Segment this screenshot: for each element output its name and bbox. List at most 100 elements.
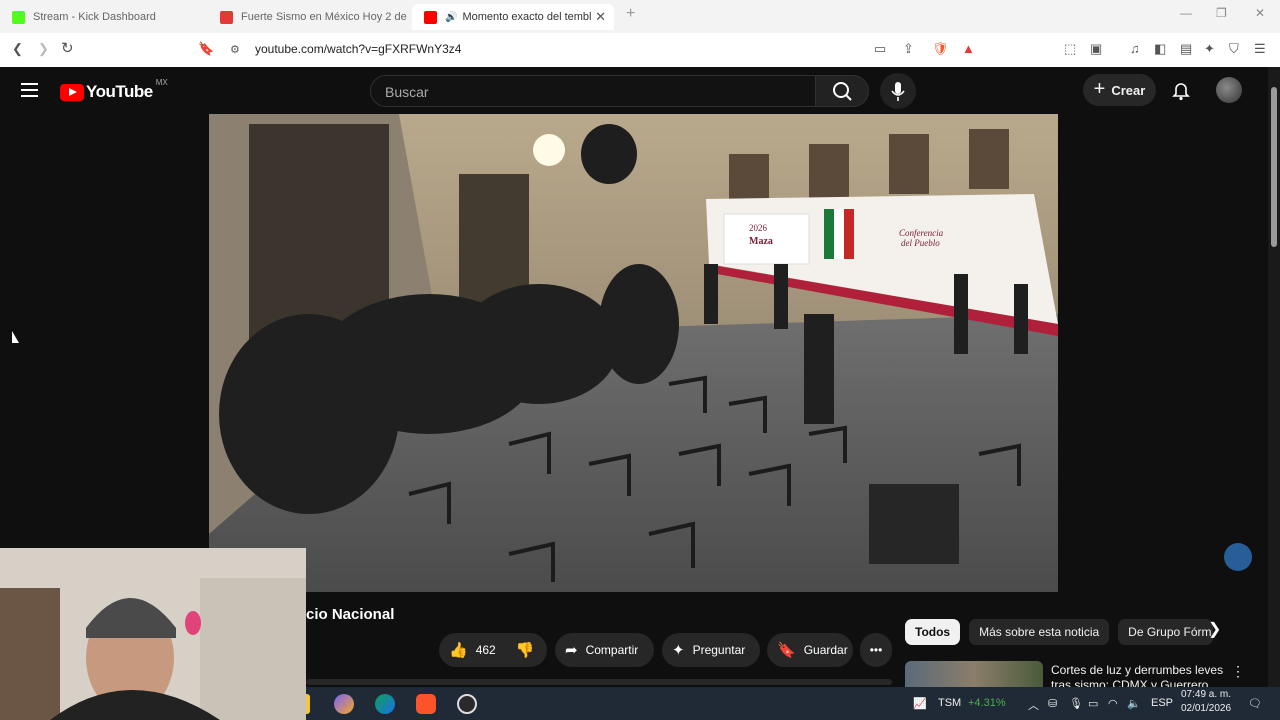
- save-label: Guardar: [803, 643, 848, 657]
- search-box: [370, 75, 816, 107]
- clock-date: 02/01/2026: [1180, 703, 1232, 714]
- stock-ticker[interactable]: TSM: [938, 697, 961, 709]
- vpn-icon[interactable]: ⛉: [1229, 41, 1239, 57]
- save-button[interactable]: 🔖 Guardar: [767, 633, 853, 667]
- recommendation-item[interactable]: Cortes de luz y derrumbes leves tras sis…: [905, 661, 1255, 687]
- close-window-icon[interactable]: ✕: [1255, 6, 1265, 20]
- recommendation-thumbnail[interactable]: [905, 661, 1043, 687]
- share-button[interactable]: ➦ Compartir: [555, 633, 654, 667]
- clock-time: 07:49 a. m.: [1180, 689, 1232, 700]
- share-arrow-icon: ➦: [565, 642, 578, 659]
- more-actions-button[interactable]: •••: [860, 633, 892, 667]
- address-bar: ❮ ❯ ↻ 🔖 ⚙ youtube.com/watch?v=gFXRFWnY3z…: [0, 33, 1280, 68]
- description-box[interactable]: [306, 679, 892, 685]
- brave-rewards-icon[interactable]: ▲: [962, 41, 975, 56]
- banner-year: 2026: [749, 223, 768, 233]
- banner-line2: del Pueblo: [901, 238, 940, 248]
- voice-search-button[interactable]: [880, 73, 916, 109]
- tray-overflow-icon[interactable]: ︿: [1028, 697, 1039, 713]
- share-icon[interactable]: ⇪: [903, 41, 914, 57]
- ask-button[interactable]: ✦ Preguntar: [662, 633, 760, 667]
- logo-text: YouTube: [86, 82, 153, 101]
- stock-change[interactable]: +4.31%: [968, 697, 1006, 709]
- battery-icon[interactable]: ▭: [1088, 697, 1098, 710]
- guide-menu-icon[interactable]: [21, 83, 38, 101]
- sparkle-icon: ✦: [672, 642, 685, 659]
- tab-youtube-video[interactable]: 🔊 Momento exacto del temblor ✕: [412, 4, 614, 30]
- reader-icon[interactable]: ▣: [1090, 41, 1102, 57]
- back-icon[interactable]: ❮: [12, 41, 23, 57]
- site-info-icon[interactable]: ⚙: [230, 43, 240, 56]
- menu-icon[interactable]: ☰: [1254, 41, 1266, 57]
- banner-name: Maza: [749, 236, 773, 247]
- extensions-icon[interactable]: ⬚: [1064, 41, 1076, 57]
- create-button[interactable]: + Crear: [1083, 74, 1156, 106]
- tab-title: Momento exacto del temblor: [462, 11, 593, 23]
- like-dislike-group: 👍 462 👎: [439, 633, 547, 667]
- url-field[interactable]: youtube.com/watch?v=gFXRFWnY3z4: [255, 42, 461, 56]
- sidebar-icon[interactable]: ◧: [1154, 41, 1166, 57]
- volume-icon[interactable]: 🔈: [1127, 697, 1141, 710]
- like-count[interactable]: 462: [476, 643, 496, 657]
- chip-grupo-formula[interactable]: De Grupo Fórm: [1118, 619, 1214, 645]
- youtube-logo[interactable]: YouTube MX: [60, 78, 168, 102]
- leo-ai-icon[interactable]: ✦: [1204, 41, 1215, 57]
- obs-icon[interactable]: [457, 694, 477, 714]
- account-avatar[interactable]: [1216, 77, 1242, 103]
- browser-tab-bar: Stream - Kick Dashboard Fuerte Sismo en …: [0, 0, 1280, 33]
- notifications-button[interactable]: [1170, 79, 1192, 106]
- brave-shields-icon[interactable]: 🛡: [932, 41, 949, 57]
- maximize-icon[interactable]: ❐: [1216, 6, 1227, 20]
- search-icon: [833, 82, 852, 101]
- youtube-icon: [424, 10, 437, 24]
- banner-line1: Conferencia: [899, 228, 944, 238]
- youtube-play-icon: [60, 83, 84, 101]
- video-player[interactable]: 2026 Maza Conferencia del Pueblo: [209, 114, 1058, 592]
- more-horizontal-icon: •••: [869, 643, 883, 657]
- new-tab-icon[interactable]: +: [626, 5, 635, 23]
- cast-icon[interactable]: ▭: [874, 41, 886, 57]
- microphone-icon: [891, 82, 905, 101]
- more-vertical-icon[interactable]: ⋮: [1231, 663, 1245, 680]
- scrollbar-thumb[interactable]: [1271, 87, 1277, 247]
- chip-todos[interactable]: Todos: [905, 619, 961, 645]
- page-scrollbar[interactable]: [1268, 67, 1280, 687]
- forward-icon[interactable]: ❯: [38, 41, 49, 57]
- related-filter-chips: Todos Más sobre esta noticia De Grupo Fó…: [905, 619, 1214, 645]
- close-tab-icon[interactable]: ✕: [595, 9, 606, 25]
- copilot-icon[interactable]: [334, 694, 354, 714]
- search-input[interactable]: [383, 83, 787, 101]
- tab-kick-dashboard[interactable]: Stream - Kick Dashboard: [0, 4, 205, 30]
- chevron-right-icon[interactable]: ❯: [1208, 619, 1221, 639]
- media-icon[interactable]: ♫: [1130, 41, 1140, 56]
- tab-sismo-news[interactable]: Fuerte Sismo en México Hoy 2 de Ene: [208, 4, 408, 30]
- like-icon[interactable]: 👍: [449, 641, 468, 659]
- network-icon[interactable]: ⛁: [1048, 697, 1057, 710]
- edge-icon[interactable]: [375, 694, 395, 714]
- bell-icon: [1172, 83, 1190, 101]
- bookmark-icon[interactable]: 🔖: [198, 41, 214, 57]
- channel-watermark-icon[interactable]: [1224, 543, 1252, 571]
- search-button[interactable]: [815, 75, 869, 107]
- news-site-icon: [220, 10, 233, 24]
- kick-icon: [12, 10, 25, 24]
- share-label: Compartir: [585, 643, 639, 657]
- mic-tray-icon[interactable]: 🎙: [1069, 697, 1083, 710]
- video-title: cio Nacional: [306, 606, 395, 623]
- clock[interactable]: 07:49 a. m. 02/01/2026: [1178, 689, 1234, 714]
- language-indicator[interactable]: ESP: [1151, 697, 1173, 709]
- reload-icon[interactable]: ↻: [61, 39, 74, 57]
- chip-mas-noticia[interactable]: Más sobre esta noticia: [969, 619, 1110, 645]
- wallet-icon[interactable]: ▤: [1180, 41, 1192, 57]
- webcam-overlay: [0, 548, 306, 720]
- minimize-icon[interactable]: —: [1180, 6, 1192, 20]
- dislike-icon[interactable]: 👎: [516, 641, 535, 659]
- stock-up-icon: 📈: [913, 698, 927, 710]
- webcam-feed: [0, 548, 306, 720]
- audio-playing-icon[interactable]: 🔊: [445, 12, 457, 23]
- recommendation-title[interactable]: Cortes de luz y derrumbes leves tras sis…: [1051, 663, 1231, 687]
- notification-center-icon[interactable]: 🗨: [1248, 697, 1262, 710]
- ask-label: Preguntar: [692, 643, 746, 657]
- brave-icon[interactable]: [416, 694, 436, 714]
- wifi-icon[interactable]: ◠: [1108, 697, 1118, 710]
